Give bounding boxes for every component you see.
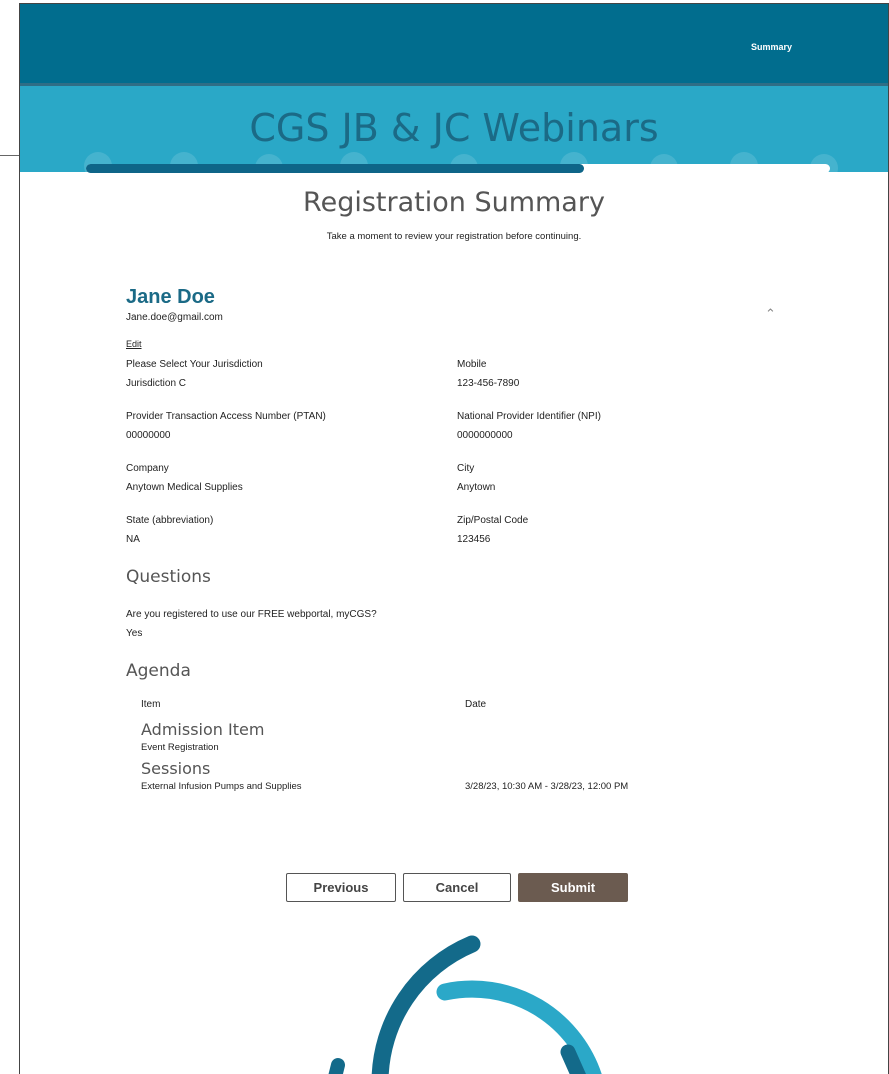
session-item: External Infusion Pumps and Supplies	[141, 781, 302, 792]
admission-item: Event Registration	[141, 742, 219, 753]
field-state: State (abbreviation) NA	[126, 511, 213, 549]
field-company: Company Anytown Medical Supplies	[126, 459, 243, 497]
field-mobile: Mobile 123-456-7890	[457, 355, 519, 393]
chevron-up-icon[interactable]: ⌃	[765, 306, 776, 322]
question-answer: Yes	[126, 628, 143, 639]
questions-heading: Questions	[126, 567, 211, 587]
agenda-col-date: Date	[465, 699, 487, 710]
attendee-email: Jane.doe@gmail.com	[126, 312, 223, 323]
field-label: Company	[126, 463, 169, 474]
field-label: Mobile	[457, 359, 487, 370]
field-label: Zip/Postal Code	[457, 515, 529, 526]
cancel-button[interactable]: Cancel	[403, 873, 511, 902]
field-label: Provider Transaction Access Number (PTAN…	[126, 411, 326, 422]
field-value: 00000000	[126, 430, 171, 441]
field-value: 123456	[457, 534, 491, 545]
sessions-heading: Sessions	[141, 759, 211, 778]
session-date: 3/28/23, 10:30 AM - 3/28/23, 12:00 PM	[465, 781, 629, 792]
field-label: State (abbreviation)	[126, 515, 214, 526]
progress-fill	[86, 164, 585, 173]
attendee-name: Jane Doe	[126, 286, 215, 308]
field-ptan: Provider Transaction Access Number (PTAN…	[126, 407, 326, 445]
field-value: NA	[126, 534, 140, 545]
top-nav-bar: Summary	[20, 4, 888, 86]
submit-button[interactable]: Submit	[518, 873, 628, 902]
field-value: Anytown	[457, 482, 496, 493]
cgs-logo-icon	[328, 935, 602, 1074]
event-title: CGS JB & JC Webinars	[249, 106, 659, 150]
field-city: City Anytown	[457, 459, 495, 497]
registration-frame: Summary CGS JB & JC Webinars Registratio…	[19, 3, 889, 1074]
summary-nav-link[interactable]: Summary	[751, 42, 792, 52]
page-subtitle: Take a moment to review your registratio…	[326, 231, 582, 242]
field-jurisdiction: Please Select Your Jurisdiction Jurisdic…	[126, 355, 263, 393]
field-value: 123-456-7890	[457, 378, 520, 389]
field-value: 0000000000	[457, 430, 513, 441]
event-banner: CGS JB & JC Webinars	[20, 86, 888, 172]
field-value: Anytown Medical Supplies	[126, 482, 243, 493]
field-label: City	[457, 463, 475, 474]
previous-button[interactable]: Previous	[286, 873, 396, 902]
question-text: Are you registered to use our FREE webpo…	[126, 609, 377, 620]
agenda-heading: Agenda	[126, 661, 191, 681]
field-zip: Zip/Postal Code 123456	[457, 511, 528, 549]
field-label: Please Select Your Jurisdiction	[126, 359, 263, 370]
admission-heading: Admission Item	[141, 720, 265, 739]
edit-link[interactable]: Edit	[126, 339, 142, 349]
field-label: National Provider Identifier (NPI)	[457, 411, 601, 422]
question-item: Are you registered to use our FREE webpo…	[126, 605, 377, 643]
page-title: Registration Summary	[303, 187, 605, 218]
agenda-col-item: Item	[141, 699, 161, 710]
field-npi: National Provider Identifier (NPI) 00000…	[457, 407, 601, 445]
field-value: Jurisdiction C	[126, 378, 187, 389]
